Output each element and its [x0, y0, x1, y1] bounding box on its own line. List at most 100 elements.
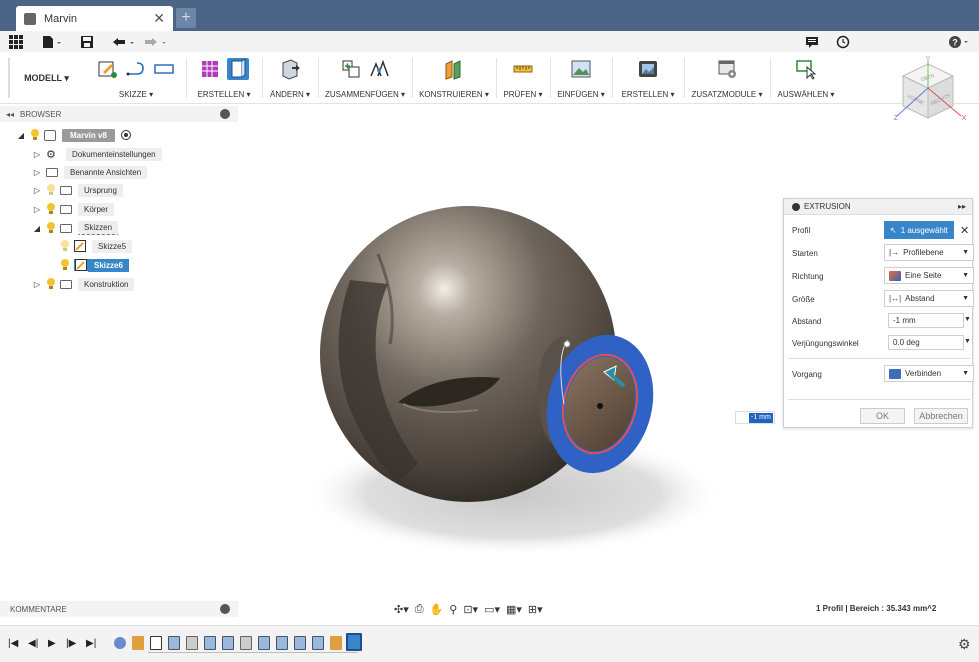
- scripts-icon[interactable]: [716, 58, 738, 80]
- tree-item-skizze5[interactable]: Skizze5: [60, 238, 133, 254]
- browser-header[interactable]: ◂◂ BROWSER: [0, 106, 238, 122]
- grid-settings-icon[interactable]: ▦▾: [506, 603, 522, 616]
- insert-image-icon[interactable]: [570, 58, 592, 80]
- step-back-icon[interactable]: ◀|: [28, 638, 38, 649]
- line-tool-icon[interactable]: [125, 58, 147, 80]
- visibility-bulb-icon[interactable]: [46, 184, 56, 196]
- workspace-mode-button[interactable]: MODELL ▾: [8, 58, 83, 98]
- help-icon[interactable]: ?: [948, 34, 972, 50]
- viewports-icon[interactable]: ⊞▾: [528, 603, 543, 616]
- joint-icon[interactable]: [368, 58, 390, 80]
- distance-input[interactable]: -1 mm: [888, 313, 964, 328]
- pan-icon[interactable]: ✋: [430, 603, 444, 616]
- document-tab[interactable]: Marvin ✕: [16, 6, 173, 31]
- canvas-distance-input[interactable]: -1 mm: [735, 411, 775, 424]
- ribbon-group-einfuegen[interactable]: EINFÜGEN ▾: [552, 52, 610, 104]
- tree-item-dokumenteinstellungen[interactable]: ▷ ⚙ Dokumenteinstellungen: [32, 146, 162, 162]
- activate-radio-icon[interactable]: [120, 130, 131, 140]
- visibility-bulb-icon[interactable]: [60, 240, 70, 252]
- tree-item-koerper[interactable]: ▷ Körper: [32, 201, 115, 217]
- look-at-icon[interactable]: ⎙: [415, 603, 424, 616]
- distance-menu-icon[interactable]: ▼: [964, 316, 971, 323]
- measure-icon[interactable]: [512, 58, 534, 80]
- new-component-icon[interactable]: [340, 58, 362, 80]
- manipulator-handle[interactable]: [563, 340, 571, 348]
- timeline-extrude-icon[interactable]: [312, 636, 324, 650]
- tree-item-ursprung[interactable]: ▷ Ursprung: [32, 182, 123, 198]
- collapsed-triangle-icon[interactable]: ▷: [32, 168, 42, 177]
- go-to-end-icon[interactable]: ▶|: [86, 638, 96, 649]
- expand-dialog-icon[interactable]: ▸▸: [958, 202, 966, 211]
- ribbon-group-erstellen-2[interactable]: ERSTELLEN ▾: [614, 52, 682, 104]
- visibility-bulb-icon[interactable]: [46, 222, 56, 234]
- ribbon-group-zusammenfuegen[interactable]: ZUSAMMENFÜGEN ▾: [320, 52, 410, 104]
- extrude-icon[interactable]: [227, 58, 249, 80]
- render-icon[interactable]: [637, 58, 659, 80]
- zoom-icon[interactable]: ⚲: [449, 603, 457, 616]
- step-forward-icon[interactable]: |▶: [66, 638, 76, 649]
- timeline-move-icon[interactable]: [186, 636, 198, 650]
- tree-root[interactable]: ◢ Marvin v8: [16, 127, 131, 143]
- offset-plane-icon[interactable]: [443, 58, 465, 80]
- timeline-extrude-icon[interactable]: [204, 636, 216, 650]
- collapse-panel-icon[interactable]: ◂◂: [6, 110, 14, 119]
- extent-select[interactable]: |↔| Abstand ▼: [884, 290, 974, 307]
- chat-icon[interactable]: [805, 34, 819, 50]
- visibility-bulb-icon[interactable]: [46, 278, 56, 290]
- timeline-extrude-icon[interactable]: [168, 636, 180, 650]
- expanded-triangle-icon[interactable]: ◢: [32, 224, 42, 233]
- timeline-extrude-icon[interactable]: [276, 636, 288, 650]
- ok-button[interactable]: OK: [860, 408, 905, 424]
- operation-select[interactable]: Verbinden ▼: [884, 365, 974, 382]
- rectangle-tool-icon[interactable]: [153, 58, 175, 80]
- timeline-extrude-icon[interactable]: [258, 636, 270, 650]
- close-tab-icon[interactable]: ✕: [153, 10, 165, 27]
- orbit-icon[interactable]: ✣▾: [394, 603, 409, 616]
- timeline-sketch-icon[interactable]: [150, 636, 162, 650]
- ribbon-group-auswaehlen[interactable]: AUSWÄHLEN ▾: [772, 52, 840, 104]
- timeline-extrude-icon[interactable]: [294, 636, 306, 650]
- collapsed-triangle-icon[interactable]: ▷: [32, 205, 42, 214]
- visibility-bulb-icon[interactable]: [30, 129, 40, 141]
- browser-pin-icon[interactable]: [220, 109, 230, 119]
- create-sketch-icon[interactable]: [97, 58, 119, 80]
- tree-item-skizzen[interactable]: ◢ Skizzen: [32, 220, 119, 236]
- ribbon-group-erstellen[interactable]: ERSTELLEN ▾: [188, 52, 260, 104]
- clock-icon[interactable]: [836, 34, 850, 50]
- collapsed-triangle-icon[interactable]: ▷: [32, 280, 42, 289]
- form-icon[interactable]: [199, 58, 221, 80]
- go-to-start-icon[interactable]: |◀: [8, 638, 18, 649]
- select-icon[interactable]: [795, 58, 817, 80]
- timeline-settings-gear-icon[interactable]: ⚙: [958, 636, 971, 653]
- display-settings-icon[interactable]: ▭▾: [484, 603, 500, 616]
- comments-add-icon[interactable]: [220, 604, 230, 614]
- taper-angle-input[interactable]: 0.0 deg: [888, 335, 964, 350]
- visibility-bulb-icon[interactable]: [60, 259, 70, 271]
- ribbon-group-aendern[interactable]: ÄNDERN ▾: [264, 52, 316, 104]
- ribbon-group-konstruieren[interactable]: KONSTRUIEREN ▾: [414, 52, 494, 104]
- ribbon-group-skizze[interactable]: SKIZZE ▾: [88, 52, 184, 104]
- profile-select-button[interactable]: ↖ 1 ausgewählt: [884, 221, 954, 239]
- expanded-triangle-icon[interactable]: ◢: [16, 131, 26, 140]
- play-icon[interactable]: ▶: [48, 638, 56, 649]
- tree-item-benannte-ansichten[interactable]: ▷ Benannte Ansichten: [32, 164, 148, 180]
- file-icon[interactable]: [42, 34, 62, 50]
- timeline-feature-icon[interactable]: [132, 636, 144, 650]
- redo-icon[interactable]: [143, 34, 169, 50]
- cancel-button[interactable]: Abbrechen: [914, 408, 968, 424]
- undo-icon[interactable]: [111, 34, 137, 50]
- collapsed-triangle-icon[interactable]: ▷: [32, 150, 42, 159]
- save-icon[interactable]: [80, 34, 94, 50]
- ribbon-group-pruefen[interactable]: PRÜFEN ▾: [498, 52, 548, 104]
- timeline-current-sketch-icon[interactable]: [346, 633, 362, 651]
- ribbon-group-zusatzmodule[interactable]: ZUSATZMODULE ▾: [686, 52, 768, 104]
- tree-item-konstruktion[interactable]: ▷ Konstruktion: [32, 276, 135, 292]
- timeline-extrude-icon[interactable]: [222, 636, 234, 650]
- press-pull-icon[interactable]: [279, 58, 301, 80]
- direction-select[interactable]: Eine Seite ▼: [884, 267, 974, 284]
- timeline-move-icon[interactable]: [240, 636, 252, 650]
- new-tab-button[interactable]: +: [176, 8, 196, 28]
- visibility-bulb-icon[interactable]: [46, 203, 56, 215]
- collapsed-triangle-icon[interactable]: ▷: [32, 186, 42, 195]
- comments-panel[interactable]: KOMMENTARE: [0, 601, 238, 617]
